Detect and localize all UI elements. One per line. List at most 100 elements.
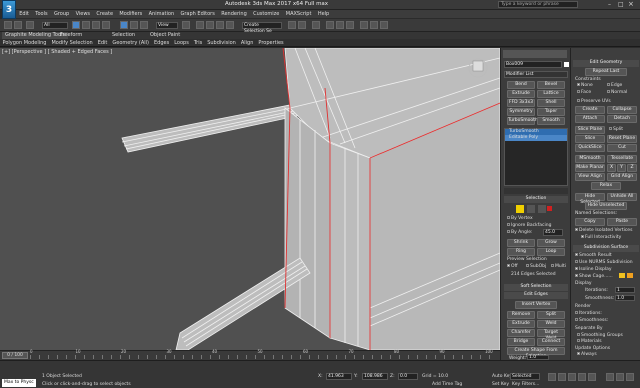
ribbon-polygon-modeling[interactable]: Polygon Modeling [0, 39, 49, 47]
modifier-list-dropdown[interactable]: Modifier List [504, 71, 568, 78]
link-icon[interactable] [26, 21, 34, 29]
turbosmooth-button[interactable]: TurboSmooth [507, 117, 538, 125]
edge-mode-icon[interactable] [527, 205, 535, 213]
delete-isolated-checkbox[interactable]: Delete Isolated Vertices [575, 228, 632, 233]
insert-vertex-button[interactable]: Insert Vertex [515, 301, 557, 309]
ribbon-edges[interactable]: Edges [152, 39, 172, 47]
extrude-edge-button[interactable]: Extrude [507, 320, 535, 328]
menu-modifiers[interactable]: Modifiers [116, 10, 145, 18]
play-icon[interactable] [568, 373, 576, 381]
angle-field[interactable]: 45.0 [543, 229, 563, 236]
render-smoothness-checkbox[interactable]: Smoothness: [575, 318, 608, 323]
menu-create[interactable]: Create [93, 10, 116, 18]
schematic-view-icon[interactable] [336, 21, 344, 29]
angle-snap-icon[interactable] [206, 21, 214, 29]
x-coord-field[interactable]: 41.963 [326, 373, 352, 380]
ffd-button[interactable]: FFD 3x3x3 [507, 99, 535, 107]
smoothing-groups-checkbox[interactable]: Smoothing Groups [577, 333, 623, 338]
menu-maxscript[interactable]: MAXScript [283, 10, 315, 18]
quickslice-button[interactable]: QuickSlice [575, 144, 605, 152]
subdivision-surface-rollout-header[interactable]: Subdivision Surface [573, 245, 639, 252]
chamfer-button[interactable]: Chamfer [507, 329, 535, 337]
remove-button[interactable]: Remove [507, 311, 535, 319]
object-name-field[interactable]: Box009 [504, 61, 562, 68]
msmooth-button[interactable]: MSmooth [575, 155, 605, 163]
zoom-icon[interactable] [606, 373, 614, 381]
menu-edit[interactable]: Edit [16, 10, 32, 18]
isoline-display-checkbox[interactable]: Isoline Display [575, 267, 612, 272]
relax-button[interactable]: Relax [591, 182, 621, 190]
spinner-snap-icon[interactable] [226, 21, 234, 29]
planar-y-button[interactable]: Y [617, 164, 626, 172]
preview-multi-radio[interactable]: Multi [551, 264, 566, 269]
cage-selection-color-swatch[interactable] [627, 273, 633, 278]
ring-button[interactable]: Ring [507, 248, 535, 256]
shell-button[interactable]: Shell [537, 99, 565, 107]
tab-selection[interactable]: Selection [112, 32, 135, 39]
hide-unselected-button[interactable]: Hide Unselected [585, 202, 627, 210]
planar-z-button[interactable]: Z [627, 164, 637, 172]
split-button[interactable]: Split [537, 311, 565, 319]
create-button[interactable]: Create [575, 106, 605, 114]
add-time-tag-button[interactable]: Add Time Tag [432, 382, 462, 387]
preview-off-radio[interactable]: Off [507, 264, 518, 269]
unhide-all-button[interactable]: Unhide All [607, 193, 637, 201]
ribbon-modify-selection[interactable]: Modify Selection [49, 39, 95, 47]
window-crossing-icon[interactable] [102, 21, 110, 29]
menu-customize[interactable]: Customize [250, 10, 283, 18]
curve-editor-icon[interactable] [326, 21, 334, 29]
ribbon-geometry[interactable]: Geometry (All) [110, 39, 152, 47]
viewport-label[interactable]: [+] [Perspective ] [ Shaded + Edged Face… [2, 49, 112, 55]
connect-button[interactable]: Connect [537, 338, 565, 346]
constraint-none-radio[interactable]: None [577, 83, 593, 88]
update-always-radio[interactable]: Always [577, 352, 597, 357]
reset-plane-button[interactable]: Reset Plane [607, 135, 637, 143]
z-coord-field[interactable]: 0.0 [398, 373, 418, 380]
bridge-button[interactable]: Bridge [507, 338, 535, 346]
go-to-end-icon[interactable] [588, 373, 596, 381]
prev-frame-icon[interactable] [558, 373, 566, 381]
perspective-viewport[interactable] [0, 48, 500, 350]
preview-subobj-radio[interactable]: SubObj [526, 264, 546, 269]
by-angle-checkbox[interactable]: By Angle: [507, 230, 533, 235]
bevel-button[interactable]: Bevel [537, 81, 565, 89]
selection-rollout-header[interactable]: Selection [504, 196, 568, 203]
constraint-edge-radio[interactable]: Edge [607, 83, 622, 88]
view-align-button[interactable]: View Align [575, 173, 605, 181]
material-editor-icon[interactable] [346, 21, 354, 29]
grow-button[interactable]: Grow [537, 239, 565, 247]
named-selection-set-dropdown[interactable]: Create Selection Se [242, 22, 282, 34]
render-iterations-checkbox[interactable]: Iterations: [575, 311, 602, 316]
polygon-mode-icon[interactable] [547, 206, 552, 211]
collapse-button[interactable]: Collapse [607, 106, 637, 114]
search-input[interactable]: Type a keyword or phrase [498, 1, 578, 8]
display-smoothness-field[interactable]: 1.0 [615, 295, 635, 301]
menu-tools[interactable]: Tools [32, 10, 51, 18]
stack-tools[interactable] [504, 188, 568, 194]
key-mode-dropdown[interactable]: Selected [510, 373, 540, 380]
rotate-icon[interactable] [130, 21, 138, 29]
paste-button[interactable]: Paste [607, 218, 637, 226]
y-coord-field[interactable]: 108.986 [362, 373, 388, 380]
preserve-uvs-checkbox[interactable]: Preserve UVs [577, 99, 611, 104]
edit-edges-rollout-header[interactable]: Edit Edges [504, 292, 568, 299]
loop-button[interactable]: Loop [537, 248, 565, 256]
redo-icon[interactable] [14, 21, 22, 29]
target-weld-button[interactable]: Target Weld [537, 329, 565, 341]
full-interactivity-checkbox[interactable]: Full Interactivity [581, 235, 621, 240]
layer-explorer-icon[interactable] [312, 21, 320, 29]
align-icon[interactable] [298, 21, 306, 29]
make-planar-button[interactable]: Make Planar [575, 164, 605, 172]
next-frame-icon[interactable] [578, 373, 586, 381]
cage-color-swatch[interactable] [619, 273, 625, 278]
selection-filter-dropdown[interactable]: All [42, 22, 68, 29]
app-logo[interactable]: 3 [2, 0, 16, 19]
orbit-icon[interactable] [626, 373, 634, 381]
pan-icon[interactable] [616, 373, 624, 381]
render-icon[interactable] [380, 21, 388, 29]
create-shape-button[interactable]: Create Shape From Selection [507, 347, 565, 359]
pivot-icon[interactable] [182, 21, 190, 29]
ribbon-subdivision[interactable]: Subdivision [205, 39, 239, 47]
stack-item-editable-poly[interactable]: Editable Poly [505, 135, 567, 141]
object-color-swatch[interactable] [564, 62, 569, 67]
